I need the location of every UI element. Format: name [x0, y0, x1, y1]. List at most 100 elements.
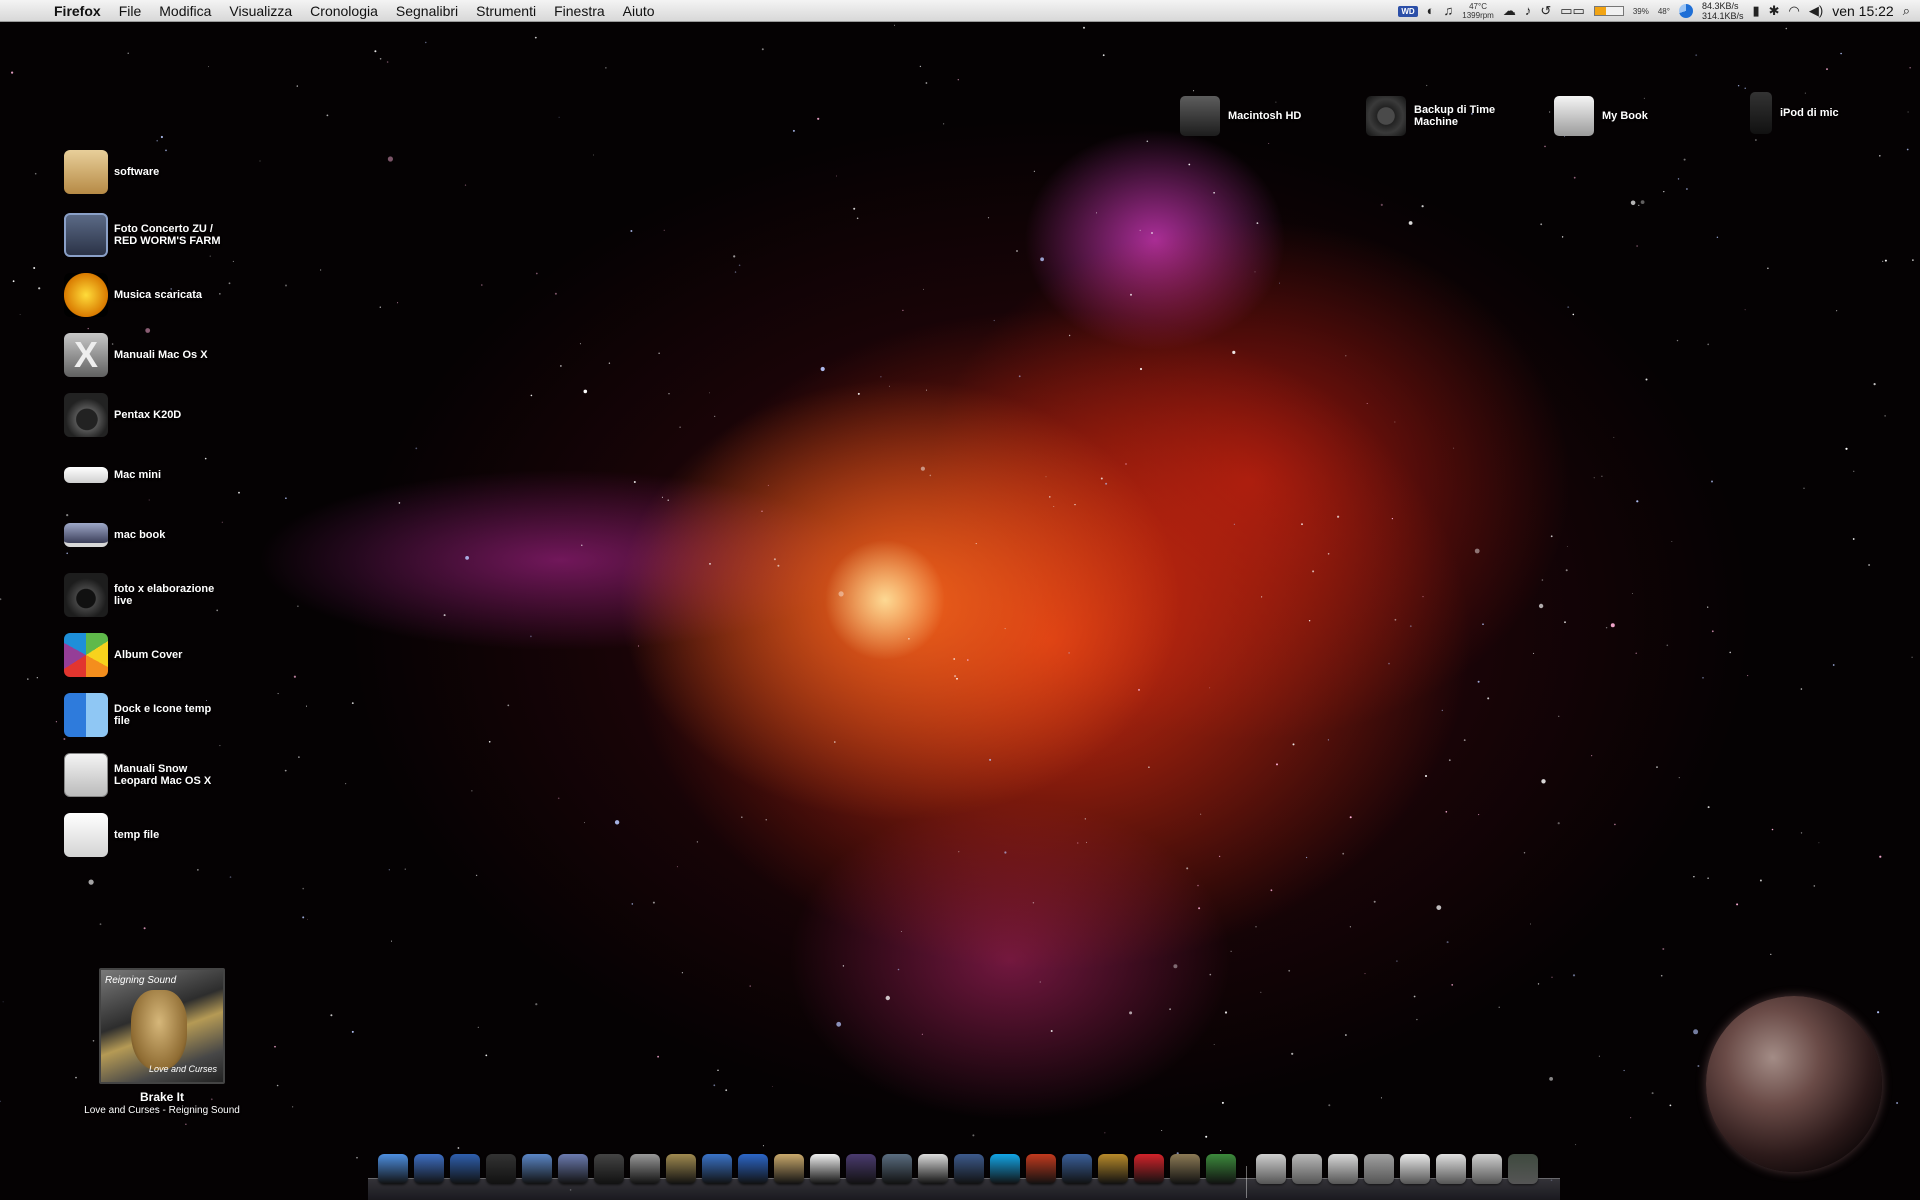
star — [1678, 777, 1680, 779]
star — [1800, 688, 1803, 690]
dock-camera-icon[interactable] — [486, 1154, 516, 1184]
dock-address-book-icon[interactable] — [774, 1154, 804, 1184]
star — [1053, 506, 1055, 507]
desktop-icon-dock-e-icone[interactable]: Dock e Icone temp file — [64, 693, 226, 737]
battery-level-icon[interactable] — [1593, 6, 1624, 16]
star — [1373, 900, 1376, 903]
desktop-icon-mac-mini[interactable]: Mac mini — [64, 453, 226, 497]
dock-text-edit-icon[interactable] — [1062, 1154, 1092, 1184]
drive-time-machine-backup[interactable]: Backup di Time Machine — [1366, 96, 1504, 136]
desktop-icon-temp-file[interactable]: temp file — [64, 813, 226, 857]
dock-image-capture-icon[interactable] — [594, 1154, 624, 1184]
spotlight-search-icon[interactable]: ⌕ — [1903, 0, 1910, 22]
dock-applications-stack-icon[interactable] — [1472, 1154, 1502, 1184]
wd-drive-icon[interactable]: WD — [1398, 5, 1418, 17]
dock-document-stack-icon[interactable] — [1328, 1154, 1358, 1184]
desktop-icon-foto-concerto[interactable]: Foto Concerto ZU / RED WORM'S FARM — [64, 213, 226, 257]
drive-macintosh-hd[interactable]: Macintosh HD — [1180, 96, 1318, 136]
angle-readout[interactable]: 48° — [1658, 7, 1670, 16]
dock-photo-viewer-icon[interactable] — [1206, 1154, 1236, 1184]
star — [296, 85, 298, 87]
cloud-icon[interactable]: ☁ — [1503, 0, 1516, 22]
menu-clock[interactable]: ven 15:22 — [1832, 3, 1894, 19]
dock-mac-utility-icon[interactable] — [918, 1154, 948, 1184]
star — [1575, 1144, 1577, 1146]
dock-trash-icon[interactable] — [1508, 1154, 1538, 1184]
dock-time-machine-icon[interactable] — [882, 1154, 912, 1184]
star — [443, 614, 446, 617]
dock-first-aid-icon[interactable] — [1292, 1154, 1322, 1184]
star — [836, 175, 837, 177]
now-playing-widget[interactable]: Reigning Sound Love and Curses Brake It … — [62, 968, 262, 1116]
dock-pencil-icon[interactable] — [1364, 1154, 1394, 1184]
star — [972, 1134, 975, 1137]
star — [1884, 259, 1887, 262]
menu-modifica[interactable]: Modifica — [150, 0, 220, 22]
dock-documents-stack-icon[interactable] — [1436, 1154, 1466, 1184]
battery-percent[interactable]: 39% — [1633, 7, 1649, 16]
dock-photos-icon[interactable] — [558, 1154, 588, 1184]
bluetooth-icon[interactable]: ✱ — [1769, 0, 1780, 22]
time-machine-menu-icon[interactable]: ↺ — [1540, 0, 1551, 22]
desktop-icon-software[interactable]: software — [64, 150, 226, 194]
dock-preview-icon[interactable] — [414, 1154, 444, 1184]
desktop-icon-pentax-k20d[interactable]: Pentax K20D — [64, 393, 226, 437]
desktop-icon-musica-scaricata[interactable]: Musica scaricata — [64, 273, 226, 317]
star — [1209, 687, 1211, 689]
drive-my-book[interactable]: My Book — [1554, 96, 1692, 136]
star — [1630, 1117, 1632, 1119]
dock-skype-icon[interactable] — [990, 1154, 1020, 1184]
volume-icon[interactable]: ◀) — [1809, 0, 1823, 22]
menu-file[interactable]: File — [110, 0, 151, 22]
star — [185, 1123, 187, 1125]
display-contrast-icon[interactable]: ◐ — [1427, 0, 1435, 22]
desktop-icon-foto-x-elaborazione[interactable]: foto x elaborazione live — [64, 573, 226, 617]
dock-photo-booth-icon[interactable] — [846, 1154, 876, 1184]
desktop-icon-manuali-snow-leopard[interactable]: Manuali Snow Leopard Mac OS X — [64, 753, 226, 797]
dock-vlc-icon[interactable] — [1026, 1154, 1056, 1184]
desktop-icon-manuali-mac-os-x[interactable]: X Manuali Mac Os X — [64, 333, 226, 377]
star — [1327, 553, 1330, 555]
itunes-note-icon[interactable]: ♫ — [1444, 0, 1454, 22]
dock-lastfm-icon[interactable] — [1134, 1154, 1164, 1184]
cpu-pie-icon[interactable] — [1678, 4, 1693, 18]
menu-cronologia[interactable]: Cronologia — [301, 0, 387, 22]
star — [27, 678, 29, 680]
wifi-icon[interactable]: ◠ — [1789, 0, 1800, 22]
drive-ipod[interactable]: iPod di mic — [1750, 92, 1870, 134]
desktop-icon-album-cover[interactable]: Album Cover — [64, 633, 226, 677]
dock-firefox-icon[interactable] — [702, 1154, 732, 1184]
star — [834, 741, 836, 743]
star — [530, 635, 532, 638]
network-speed-readout[interactable]: 84.3KB/s 314.1KB/s — [1702, 1, 1744, 21]
weather-icon[interactable]: ▭▭ — [1560, 0, 1585, 22]
desktop-icon-mac-book[interactable]: mac book — [64, 513, 226, 557]
star — [320, 269, 322, 271]
dock-mail-icon[interactable] — [1256, 1154, 1286, 1184]
star — [1601, 475, 1603, 477]
dock-keychain-icon[interactable] — [954, 1154, 984, 1184]
menu-aiuto[interactable]: Aiuto — [614, 0, 664, 22]
dock-preview-person-icon[interactable] — [666, 1154, 696, 1184]
dock-mail-stamp-icon[interactable] — [738, 1154, 768, 1184]
headphones-icon[interactable]: ♪ — [1525, 0, 1532, 22]
star — [1337, 515, 1340, 518]
dock-portrait-app-icon[interactable] — [1170, 1154, 1200, 1184]
dock-ical-icon[interactable] — [810, 1154, 840, 1184]
menu-app-firefox[interactable]: Firefox — [54, 0, 110, 22]
activity-indicator-icon[interactable]: ▮ — [1752, 0, 1759, 22]
dock-automator-icon[interactable] — [1098, 1154, 1128, 1184]
dock — [368, 1150, 1560, 1200]
dock-finder-icon[interactable] — [378, 1154, 408, 1184]
temperature-readout[interactable]: 47°C 1399rpm — [1462, 2, 1494, 20]
menu-strumenti[interactable]: Strumenti — [467, 0, 545, 22]
dock-gears-icon[interactable] — [522, 1154, 552, 1184]
dock-downloads-stack-icon[interactable] — [1400, 1154, 1430, 1184]
dock-xcode-icon[interactable] — [450, 1154, 480, 1184]
menu-segnalibri[interactable]: Segnalibri — [387, 0, 467, 22]
dock-safari-icon[interactable] — [630, 1154, 660, 1184]
menu-finestra[interactable]: Finestra — [545, 0, 614, 22]
menu-visualizza[interactable]: Visualizza — [220, 0, 301, 22]
star — [398, 502, 401, 504]
album-cover-art[interactable]: Reigning Sound Love and Curses — [99, 968, 225, 1084]
